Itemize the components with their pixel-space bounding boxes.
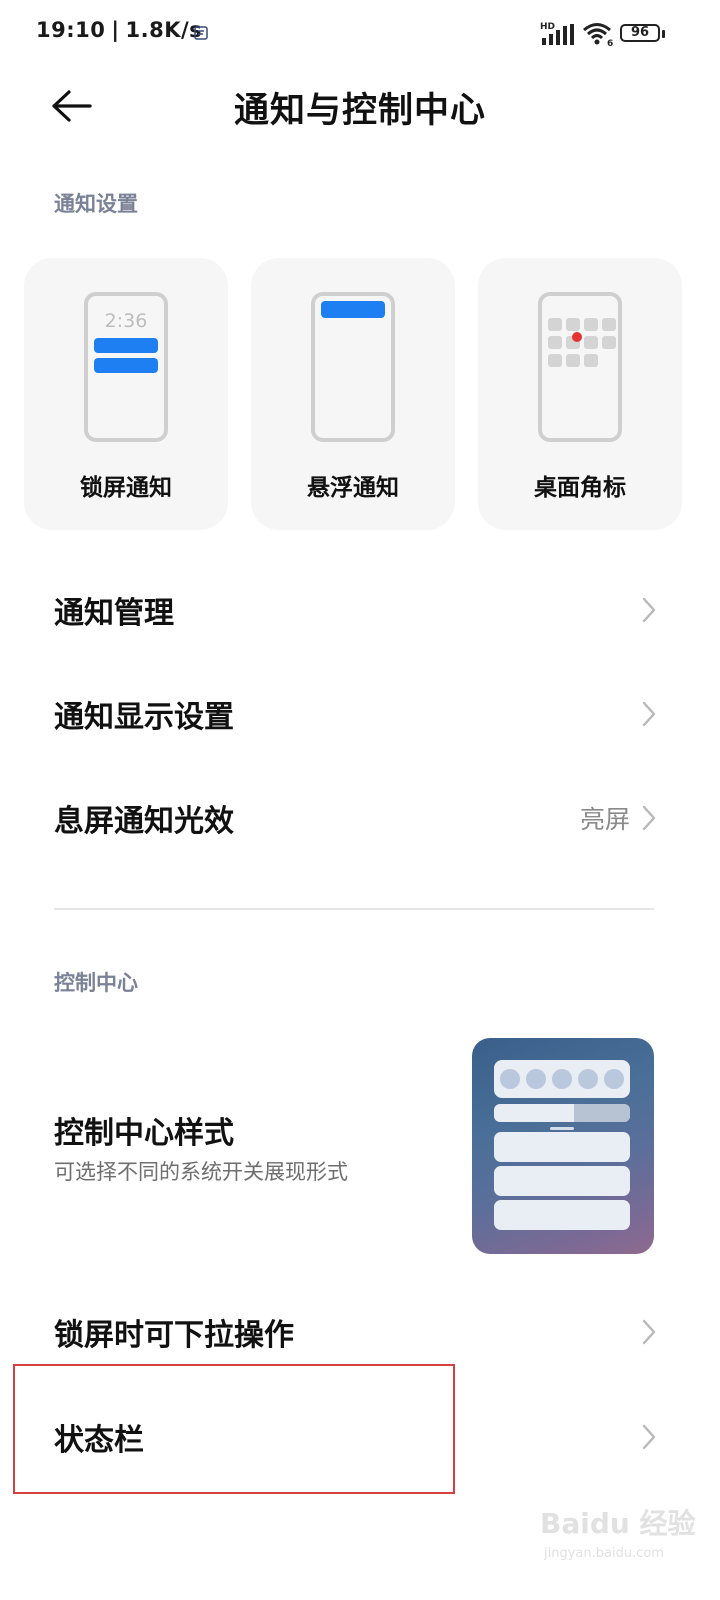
preview-block [494,1166,630,1196]
section-label-control-center: 控制中心 [54,971,138,995]
row-title: 息屏通知光效 [54,804,234,839]
app-icon [584,336,598,349]
chevron-right-icon [642,597,656,623]
card-app-badge[interactable]: 桌面角标 [478,258,682,530]
preview-toggle [578,1069,598,1089]
chevron-right-icon [642,1424,656,1450]
preview-toggle [604,1069,624,1089]
wifi-icon: 6 [583,23,613,46]
card-floating-notification[interactable]: 悬浮通知 [251,258,455,530]
watermark-sub: jingyan.baidu.com [544,1546,664,1561]
baidu-watermark: Baidu 经验 jingyan.baidu.com [540,1490,710,1580]
row-title: 通知管理 [54,596,174,631]
status-separator: | [111,18,120,42]
floating-notification-bar [321,301,385,318]
control-center-style-subtitle: 可选择不同的系统开关展现形式 [54,1160,348,1184]
net-speed: 1.8K/s [125,18,203,42]
chevron-right-icon [642,1319,656,1345]
badge-dot [572,332,582,342]
battery-level: 96 [630,25,650,40]
row-title: 锁屏时可下拉操作 [54,1318,294,1353]
card-label: 桌面角标 [534,475,626,501]
preview-toggle [500,1069,520,1089]
preview-slider-fill [574,1104,630,1122]
cellular-signal-icon [542,24,574,45]
row-value: 亮屏 [579,805,630,834]
card-label: 悬浮通知 [307,475,399,501]
chevron-right-icon [642,805,656,831]
preview-block [494,1132,630,1162]
status-bar: 19:10 | 1.8K/s HD 6 96 [0,0,720,68]
page-title: 通知与控制中心 [233,91,486,131]
preview-slider [494,1104,630,1122]
control-center-preview-image[interactable] [472,1038,654,1254]
row-notification-display[interactable]: 通知显示设置 [0,662,720,766]
preview-block [494,1200,630,1230]
app-icon [548,318,562,331]
settings-screen: 19:10 | 1.8K/s HD 6 96 通知与控制中心 通知设置 2:36… [0,0,720,1600]
notification-bar [94,358,158,373]
preview-toggle-row [494,1060,630,1098]
battery-tip [662,30,665,38]
app-icon [566,318,580,331]
app-icon [566,354,580,367]
preview-toggle [526,1069,546,1089]
status-left: 19:10 | 1.8K/s [36,18,202,42]
notification-status-icon [194,26,208,40]
app-icon [548,336,562,349]
app-icon [602,318,616,331]
app-icon [602,336,616,349]
card-lockscreen-notification[interactable]: 2:36 锁屏通知 [24,258,228,530]
section-label-notification: 通知设置 [54,192,138,216]
floating-phone-illustration [311,292,395,442]
lockscreen-time: 2:36 [104,310,148,332]
app-icon [584,318,598,331]
battery-icon: 96 [620,24,660,42]
control-center-style-title: 控制中心样式 [54,1116,234,1151]
app-icon [584,354,598,367]
badge-phone-illustration [538,292,622,442]
preview-handle [550,1127,574,1130]
preview-toggle [552,1069,572,1089]
highlight-annotation-box [13,1364,455,1494]
watermark-main: Baidu 经验 [540,1507,696,1540]
card-label: 锁屏通知 [80,475,172,501]
row-notification-management[interactable]: 通知管理 [0,558,720,662]
row-screen-off-light[interactable]: 息屏通知光效 亮屏 [0,766,720,870]
status-time: 19:10 [36,18,106,42]
row-title: 通知显示设置 [54,700,234,735]
app-icon [548,354,562,367]
section-divider [54,908,654,910]
notification-bar [94,338,158,353]
lockscreen-phone-illustration: 2:36 [84,292,168,442]
chevron-right-icon [642,701,656,727]
wifi-sub: 6 [607,39,613,46]
